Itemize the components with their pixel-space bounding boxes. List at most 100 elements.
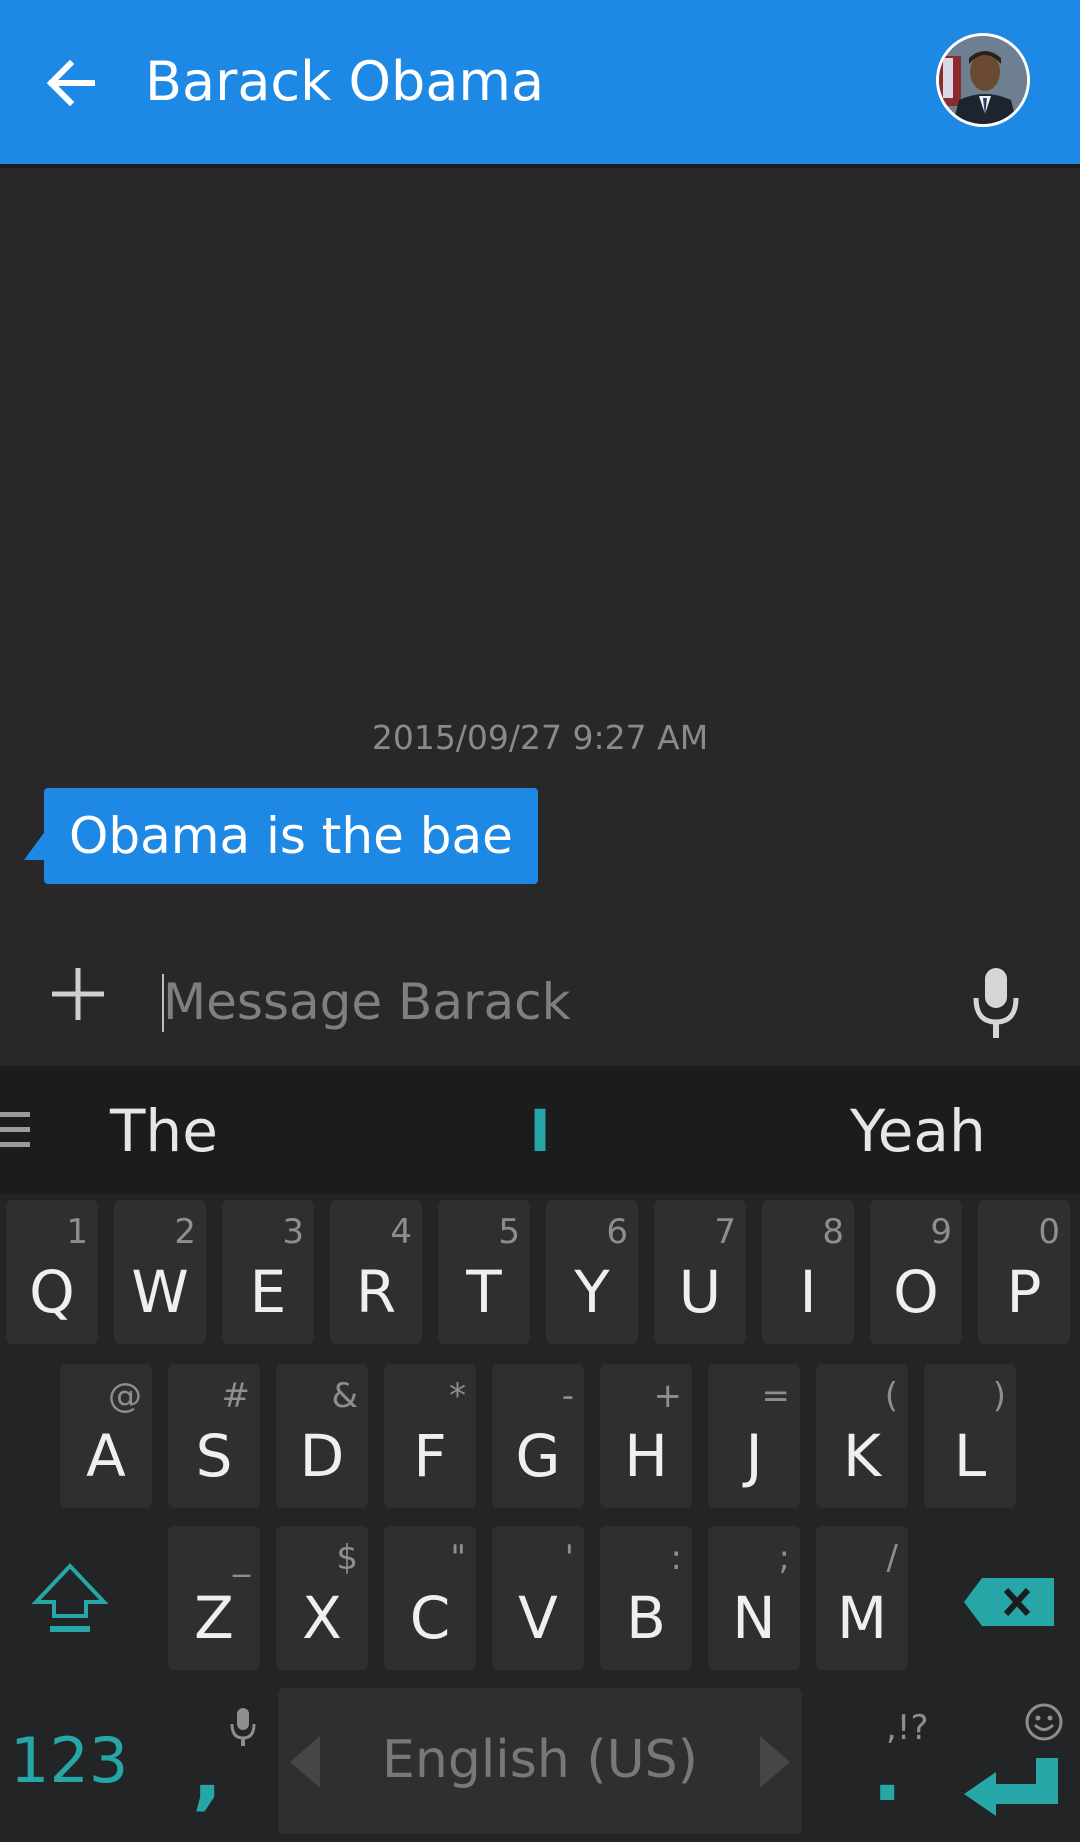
space-key[interactable]: English (US) — [278, 1688, 802, 1834]
key-label: Q — [29, 1258, 75, 1326]
key-label: A — [86, 1422, 126, 1490]
mic-hint-icon — [230, 1708, 256, 1746]
period-key[interactable]: ,!? . — [860, 1696, 940, 1836]
key-label: Z — [194, 1584, 234, 1652]
key-hint: 9 — [930, 1212, 952, 1252]
comma-label: , — [192, 1726, 223, 1819]
key-p[interactable]: 0P — [978, 1200, 1070, 1344]
key-j[interactable]: = J — [708, 1364, 800, 1508]
message-timestamp: 2015/09/27 9:27 AM — [371, 718, 709, 757]
mic-icon[interactable] — [970, 966, 1022, 1046]
avatar-portrait — [939, 36, 1027, 124]
key-hint: 8 — [822, 1212, 844, 1252]
key-hint: : — [670, 1538, 682, 1578]
key-hint: # — [221, 1376, 251, 1416]
enter-icon[interactable] — [962, 1756, 1060, 1818]
app-bar: Barack Obama — [0, 0, 1080, 164]
arrow-left-icon[interactable] — [40, 52, 102, 114]
key-hint: ) — [992, 1376, 1006, 1416]
message-composer — [0, 944, 1080, 1064]
key-hint: / — [886, 1538, 898, 1578]
key-label: W — [131, 1258, 189, 1326]
suggestion-3[interactable]: Yeah — [850, 1096, 986, 1166]
bubble-tail — [24, 830, 46, 860]
key-k[interactable]: (K — [816, 1364, 908, 1508]
key-label: G — [515, 1422, 561, 1490]
key-label: E — [249, 1258, 287, 1326]
key-hint: @ — [108, 1376, 142, 1416]
key-label: S — [195, 1422, 233, 1490]
key-hint: 1 — [66, 1212, 88, 1252]
key-label: U — [678, 1258, 722, 1326]
key-hint: ; — [778, 1538, 790, 1578]
key-b[interactable]: :B — [600, 1526, 692, 1670]
key-c[interactable]: " C — [384, 1526, 476, 1670]
key-z[interactable]: _ Z — [168, 1526, 260, 1670]
key-hint: * — [449, 1376, 466, 1416]
smiley-icon[interactable] — [1024, 1702, 1064, 1742]
key-hint: 5 — [498, 1212, 520, 1252]
key-f[interactable]: * F — [384, 1364, 476, 1508]
key-label: R — [355, 1258, 397, 1326]
key-label: J — [745, 1422, 763, 1490]
key-label: I — [799, 1258, 817, 1326]
plus-icon[interactable] — [50, 966, 106, 1022]
key-label: Y — [574, 1258, 610, 1326]
key-hint: ( — [884, 1376, 898, 1416]
suggestion-2[interactable]: I — [500, 1096, 580, 1166]
key-hint: 4 — [390, 1212, 412, 1252]
key-label: B — [626, 1584, 666, 1652]
key-w[interactable]: 2W — [114, 1200, 206, 1344]
key-label: X — [302, 1584, 342, 1652]
space-language-label: English (US) — [382, 1730, 698, 1790]
key-hint: 2 — [174, 1212, 196, 1252]
key-r[interactable]: 4R — [330, 1200, 422, 1344]
key-s[interactable]: # S — [168, 1364, 260, 1508]
key-label: C — [409, 1584, 451, 1652]
key-label: T — [466, 1258, 502, 1326]
message-bubble[interactable]: Obama is the bae — [44, 788, 538, 884]
message-input[interactable] — [163, 964, 943, 1040]
key-label: O — [893, 1258, 939, 1326]
key-n[interactable]: ; N — [708, 1526, 800, 1670]
key-hint: & — [331, 1376, 358, 1416]
key-e[interactable]: 3E — [222, 1200, 314, 1344]
suggestion-bar: The I Yeah — [0, 1066, 1080, 1194]
key-l[interactable]: ) L — [924, 1364, 1016, 1508]
menu-icon[interactable] — [0, 1108, 32, 1152]
app-bar-divider — [0, 164, 1080, 168]
key-o[interactable]: 9O — [870, 1200, 962, 1344]
key-label: L — [953, 1422, 987, 1490]
key-a[interactable]: @ A — [60, 1364, 152, 1508]
key-h[interactable]: + H — [600, 1364, 692, 1508]
key-hint: + — [653, 1376, 683, 1416]
key-t[interactable]: 5T — [438, 1200, 530, 1344]
key-label: K — [842, 1422, 882, 1490]
key-hint: 7 — [714, 1212, 736, 1252]
key-q[interactable]: 1Q — [6, 1200, 98, 1344]
key-hint: " — [450, 1538, 466, 1578]
key-label: M — [836, 1584, 888, 1652]
key-label: V — [518, 1584, 558, 1652]
key-hint: $ — [336, 1538, 358, 1578]
key-x[interactable]: $ X — [276, 1526, 368, 1670]
key-u[interactable]: 7U — [654, 1200, 746, 1344]
numbers-key[interactable]: 123 — [10, 1724, 128, 1797]
key-i[interactable]: 8I — [762, 1200, 854, 1344]
caret-right-icon — [760, 1736, 790, 1788]
contact-avatar[interactable] — [936, 33, 1030, 127]
suggestion-1[interactable]: The — [110, 1096, 218, 1166]
key-hint: 0 — [1038, 1212, 1060, 1252]
contact-name-title: Barack Obama — [145, 50, 545, 113]
key-y[interactable]: 6Y — [546, 1200, 638, 1344]
period-label: . — [872, 1726, 903, 1819]
key-d[interactable]: & D — [276, 1364, 368, 1508]
key-v[interactable]: ' V — [492, 1526, 584, 1670]
shift-icon[interactable] — [32, 1562, 108, 1638]
key-label: P — [1006, 1258, 1042, 1326]
comma-key[interactable]: , — [180, 1696, 256, 1836]
key-m[interactable]: / M — [816, 1526, 908, 1670]
backspace-icon[interactable] — [962, 1576, 1056, 1628]
key-g[interactable]: -G — [492, 1364, 584, 1508]
key-label: H — [624, 1422, 668, 1490]
